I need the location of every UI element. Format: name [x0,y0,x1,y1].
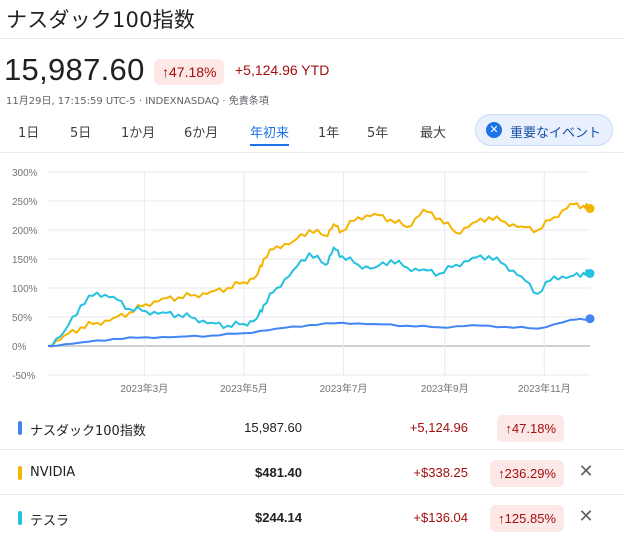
y-tick-label: 250% [12,197,38,208]
y-tick-label: 0% [12,342,27,353]
title-divider [0,38,624,39]
y-tick-label: 300% [12,168,38,179]
range-tab-5y[interactable]: 5年 [367,122,388,141]
quote-meta: 11月29日, 17:15:59 UTC-5 · INDEXNASDAQ · 免… [6,96,269,107]
remove-comparison-icon[interactable]: ✕ [575,506,597,528]
y-tick-label: 100% [12,284,38,295]
current-price: 15,987.60 [4,52,145,87]
y-tick-label: 150% [12,255,38,266]
change-percent-badge: ↑47.18% [154,59,225,85]
series-price: 15,987.60 [244,420,302,435]
chart-divider [0,152,624,153]
key-events-button[interactable]: ✕ 重要なイベント [475,114,613,146]
series-change-percent-badge: ↑236.29% [490,460,564,487]
range-tab-6m[interactable]: 6か月 [184,122,218,141]
series-end-dot-nvidia [585,204,595,214]
x-tick-label: 2023年9月 [421,382,469,395]
change-absolute: +5,124.96 YTD [235,62,330,78]
x-tick-label: 2023年7月 [320,382,368,395]
series-change: +$338.25 [413,465,468,480]
y-tick-label: -50% [12,371,35,382]
series-color-swatch [18,466,22,480]
chart-grid [48,171,590,376]
series-name: テスラ [30,514,70,529]
series-end-markers [585,204,595,324]
range-tab-1y[interactable]: 1年 [318,122,339,141]
series-name: NVIDIA [30,465,76,480]
range-tab-max[interactable]: 最大 [420,122,446,141]
series-end-dot-tesla [585,269,595,278]
x-tick-label: 2023年11月 [518,382,571,395]
series-end-dot-nasdaq [585,314,595,324]
remove-comparison-icon[interactable]: ✕ [575,461,597,483]
series-line-tesla [47,246,591,347]
series-lines [47,202,591,348]
series-change-percent-badge: ↑125.85% [490,505,564,532]
comparison-chart[interactable]: 300%250%200%150%100%50%0%-50% 2023年3月 202… [0,160,624,396]
y-tick-label: 50% [12,313,32,324]
range-tab-1d[interactable]: 1日 [18,122,39,141]
series-change: +$136.04 [413,510,468,525]
x-axis-labels: 2023年3月 2023年5月 2023年7月 2023年9月 2023年11月 [120,382,570,395]
page-title: ナスダック100指数 [6,8,196,32]
series-name: ナスダック100指数 [30,424,146,439]
series-price: $481.40 [255,465,302,480]
x-tick-label: 2023年3月 [120,382,168,395]
key-events-label: 重要なイベント [510,126,602,141]
comparison-row-tesla[interactable]: テスラ $244.14 +$136.04 ↑125.85% ✕ [0,496,624,534]
series-color-swatch [18,421,22,435]
comparison-row-nasdaq[interactable]: ナスダック100指数 15,987.60 +5,124.96 ↑47.18% [0,406,624,450]
series-color-swatch [18,511,22,525]
series-change: +5,124.96 [409,420,468,435]
y-axis-labels: 300% 250% 200% 150% 100% 50% 0% -50% [12,168,38,382]
y-tick-label: 200% [12,226,38,237]
range-tab-1m[interactable]: 1か月 [121,122,155,141]
range-tab-5d[interactable]: 5日 [70,122,91,141]
range-tab-ytd[interactable]: 年初来 [250,122,290,146]
series-line-nasdaq [47,317,591,347]
series-change-percent-badge: ↑47.18% [497,415,564,442]
time-range-tabs: 1日 5日 1か月 6か月 年初来 1年 5年 最大 [0,118,470,148]
comparison-row-nvidia[interactable]: NVIDIA $481.40 +$338.25 ↑236.29% ✕ [0,451,624,495]
series-price: $244.14 [255,510,302,525]
close-circle-icon: ✕ [486,122,502,138]
x-tick-label: 2023年5月 [220,382,268,395]
